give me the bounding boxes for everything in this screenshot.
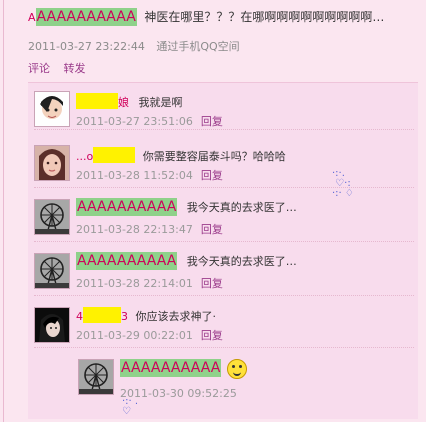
divider [34,129,414,131]
comment-text: 我今天真的去求医了… [186,201,297,214]
post-header: AAAAAAAAAAA 神医在哪里？？？在哪啊啊啊啊啊啊啊啊啊… [28,8,385,26]
comment-time: 2011-03-28 11:52:04 [76,169,193,182]
comment-text: 我就是啊 [138,96,183,109]
avatar[interactable] [34,145,70,181]
avatar[interactable] [34,307,70,343]
comment-time: 2011-03-28 22:14:01 [76,277,193,290]
commenter-name[interactable]: AAAAAAAAAA [76,252,178,270]
commenter-name[interactable]: AAAAAAAAAA [76,198,178,216]
post-text: 神医在哪里？？？在哪啊啊啊啊啊啊啊啊啊… [144,10,385,24]
smiley-icon [227,359,248,379]
divider [34,347,414,349]
reply-link[interactable]: 回复 [201,169,223,182]
avatar[interactable] [34,199,70,235]
reply-link[interactable]: 回复 [201,115,223,128]
post-meta: 2011-03-27 23:22:44 通过手机QQ空间 [28,38,240,54]
divider [34,295,414,297]
commenter-name-prefix[interactable]: 4 [76,310,83,323]
reply-link[interactable]: 回复 [201,223,223,236]
comment-time: 2011-03-28 22:13:47 [76,223,193,236]
avatar-icon [35,146,69,180]
left-border [3,0,4,422]
redacted-name [76,93,118,109]
avatar[interactable] [78,359,114,395]
commenter-name-suffix[interactable]: 3 [121,310,128,323]
avatar-icon [35,92,69,126]
post-author-prefix: A [28,11,36,24]
comment-text: 你需要整容届泰斗吗？哈哈哈 [142,150,286,163]
redacted-name [93,147,136,163]
divider [34,241,414,243]
commenter-name[interactable]: ...o [76,150,93,163]
post-author-name[interactable]: AAAAAAAAAA [35,8,137,26]
post-time: 2011-03-27 23:22:44 [28,40,145,53]
ferris-wheel-icon [79,360,113,394]
avatar[interactable] [34,91,70,127]
ferris-wheel-icon [35,254,69,288]
post-source[interactable]: 通过手机QQ空间 [156,40,239,53]
reply-link[interactable]: 回复 [201,277,223,290]
comment-time: 2011-03-29 00:22:01 [76,329,193,342]
comment-time: 2011-03-27 23:51:06 [76,115,193,128]
post-actions: 评论 转发 [28,60,96,76]
sparkle-decoration-icon: ·:·. ♡·: ·:· ♢ [332,168,354,199]
sparkle-decoration-icon: ·:· . ♡ [122,396,139,417]
comment-list: 娘 我就是啊 2011-03-27 23:51:06 回复 ...o 你需要整容届… [28,82,418,419]
commenter-name[interactable]: 娘 [118,96,129,109]
redacted-name [83,307,121,323]
ferris-wheel-icon [35,200,69,234]
avatar[interactable] [34,253,70,289]
divider [34,187,414,189]
avatar-icon [35,308,69,342]
comment-text: 我今天真的去求医了… [186,255,297,268]
commenter-name[interactable]: AAAAAAAAAA [120,359,222,377]
comment-link[interactable]: 评论 [28,62,50,75]
reply-link[interactable]: 回复 [201,329,223,342]
comment-text: 你应该去求神了· [135,310,217,323]
forward-link[interactable]: 转发 [64,62,86,75]
